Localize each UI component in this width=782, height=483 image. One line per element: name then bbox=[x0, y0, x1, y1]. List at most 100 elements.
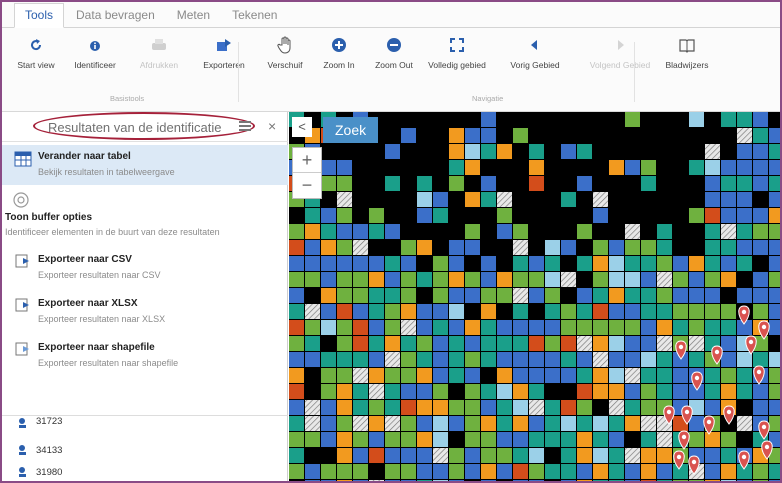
collapse-panel-button[interactable]: < bbox=[292, 117, 312, 137]
map-cell bbox=[561, 368, 576, 383]
map-cell bbox=[369, 240, 384, 255]
tab-meten[interactable]: Meten bbox=[167, 4, 220, 27]
map-cell bbox=[641, 416, 656, 431]
map-cell bbox=[641, 288, 656, 303]
map-cell bbox=[609, 112, 624, 127]
print-button[interactable]: Afdrukken bbox=[124, 32, 194, 70]
toolbar: Start view Identificeer Afdrukken Export… bbox=[2, 32, 780, 84]
tab-data-bevragen[interactable]: Data bevragen bbox=[66, 4, 165, 27]
map-zoom-in-button[interactable]: + bbox=[293, 148, 321, 173]
map-cell bbox=[433, 240, 448, 255]
map-cell bbox=[433, 176, 448, 191]
map-cell bbox=[721, 112, 736, 127]
tab-tekenen[interactable]: Tekenen bbox=[222, 4, 287, 27]
option-change-to-table[interactable]: Verander naar tabel Bekijk resultaten in… bbox=[2, 145, 288, 185]
map-cell bbox=[481, 368, 496, 383]
map-cell bbox=[593, 464, 608, 479]
map-cell bbox=[385, 160, 400, 175]
map-cell bbox=[689, 352, 704, 367]
map-cell bbox=[577, 432, 592, 447]
panel-menu-icon[interactable] bbox=[239, 121, 251, 131]
map-marker-icon[interactable] bbox=[703, 415, 715, 435]
tab-tools[interactable]: Tools bbox=[14, 3, 65, 28]
map-cell bbox=[625, 304, 640, 319]
map-cell bbox=[577, 352, 592, 367]
map-cell bbox=[561, 416, 576, 431]
map-cell bbox=[417, 192, 432, 207]
map-cell bbox=[625, 240, 640, 255]
map-cell bbox=[625, 208, 640, 223]
map-cell bbox=[737, 176, 752, 191]
map-cell bbox=[673, 384, 688, 399]
map-cell bbox=[513, 384, 528, 399]
map-cell bbox=[657, 176, 672, 191]
map-cell bbox=[417, 464, 432, 479]
map-cell bbox=[561, 128, 576, 143]
next-extent-button[interactable]: Volgend Gebied bbox=[585, 32, 655, 70]
map-cell bbox=[753, 272, 768, 287]
map-cell bbox=[289, 208, 304, 223]
map-cell bbox=[529, 208, 544, 223]
map-cell bbox=[481, 448, 496, 463]
map-view[interactable] bbox=[289, 112, 780, 481]
map-cell bbox=[593, 192, 608, 207]
map-cell bbox=[369, 288, 384, 303]
map-cell bbox=[577, 192, 592, 207]
bookmarks-button[interactable]: Bladwijzers bbox=[652, 32, 722, 70]
map-cell bbox=[433, 272, 448, 287]
map-cell bbox=[657, 432, 672, 447]
next-extent-icon bbox=[612, 32, 628, 58]
search-button[interactable]: Zoek bbox=[323, 117, 378, 143]
map-cell bbox=[465, 400, 480, 415]
result-row[interactable]: 34133 bbox=[2, 440, 288, 462]
map-cell bbox=[529, 176, 544, 191]
map-cell bbox=[449, 256, 464, 271]
map-cell bbox=[497, 304, 512, 319]
option-export-shapefile[interactable]: Exporteer naar shapefile Exporteer resul… bbox=[2, 336, 288, 376]
map-cell bbox=[417, 432, 432, 447]
map-cell bbox=[305, 256, 320, 271]
map-cell bbox=[561, 304, 576, 319]
map-cell bbox=[497, 272, 512, 287]
map-cell bbox=[577, 336, 592, 351]
map-cell bbox=[545, 160, 560, 175]
map-cell bbox=[529, 432, 544, 447]
map-cell bbox=[465, 272, 480, 287]
map-cell bbox=[689, 416, 704, 431]
map-marker-icon[interactable] bbox=[745, 335, 757, 355]
option-export-xlsx[interactable]: Exporteer naar XLSX Exporteer resultaten… bbox=[2, 292, 288, 332]
result-row[interactable]: 31723 bbox=[2, 413, 288, 435]
map-cell bbox=[625, 176, 640, 191]
export-button[interactable]: Exporteren bbox=[189, 32, 259, 70]
map-cell bbox=[305, 240, 320, 255]
map-cell bbox=[497, 208, 512, 223]
zoom-out-button[interactable]: Zoom Out bbox=[359, 32, 429, 70]
close-icon[interactable]: × bbox=[268, 118, 276, 134]
map-cell bbox=[561, 384, 576, 399]
map-cell bbox=[513, 464, 528, 479]
map-cell bbox=[529, 336, 544, 351]
map-cell bbox=[449, 208, 464, 223]
map-zoom-out-button[interactable]: − bbox=[293, 173, 321, 198]
map-cell bbox=[337, 400, 352, 415]
map-cell bbox=[481, 224, 496, 239]
identify-button[interactable]: Identificeer bbox=[60, 32, 130, 70]
map-cell bbox=[609, 144, 624, 159]
map-cell bbox=[529, 400, 544, 415]
map-cell bbox=[449, 224, 464, 239]
full-extent-button[interactable]: Volledig gebied bbox=[422, 32, 492, 70]
next-extent-label: Volgend Gebied bbox=[589, 60, 651, 70]
map-cell bbox=[689, 288, 704, 303]
map-cell bbox=[337, 256, 352, 271]
option-export-csv[interactable]: Exporteer naar CSV Exporteer resultaten … bbox=[2, 248, 288, 288]
map-cell bbox=[449, 144, 464, 159]
previous-extent-button[interactable]: Vorig Gebied bbox=[500, 32, 570, 70]
map-cell bbox=[625, 352, 640, 367]
map-cell bbox=[481, 128, 496, 143]
option-title: Exporteer naar shapefile bbox=[38, 342, 155, 353]
option-buffer[interactable]: Toon buffer opties Identificeer elemente… bbox=[2, 188, 288, 240]
map-cell bbox=[657, 240, 672, 255]
map-cell bbox=[577, 128, 592, 143]
map-cell bbox=[657, 128, 672, 143]
result-row[interactable]: 31980 bbox=[2, 462, 288, 481]
